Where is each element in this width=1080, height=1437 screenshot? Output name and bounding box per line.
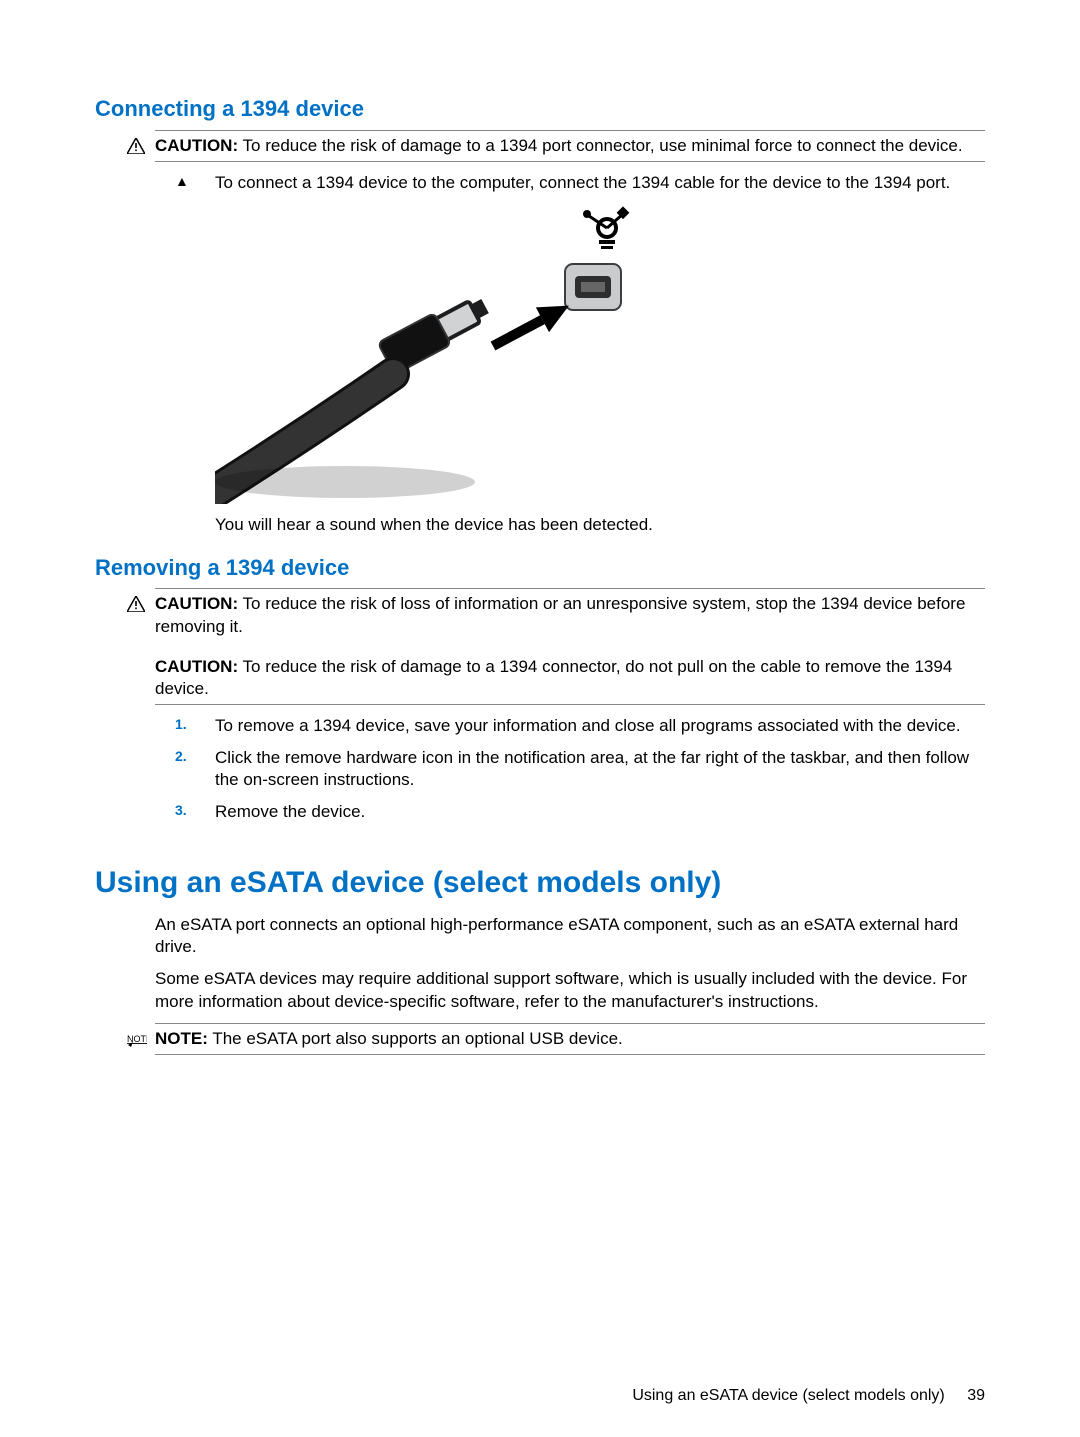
esata-content: An eSATA port connects an optional high-… (155, 914, 985, 1054)
caution-icon (127, 135, 149, 157)
note-box-esata: NOTE NOTE: The eSATA port also supports … (155, 1023, 985, 1055)
caution-icon (127, 593, 149, 615)
step-number: 1. (175, 715, 215, 733)
post-figure-text: You will hear a sound when the device ha… (215, 514, 985, 536)
caution-label: CAUTION: (155, 594, 238, 613)
step-text: Remove the device. (215, 801, 985, 823)
removing-steps: 1.To remove a 1394 device, save your inf… (155, 715, 985, 823)
step-connect: ▲ To connect a 1394 device to the comput… (175, 172, 985, 194)
list-item: 3.Remove the device. (175, 801, 985, 823)
step-number: 2. (175, 747, 215, 765)
caution-box-removing-1: CAUTION: To reduce the risk of loss of i… (155, 588, 985, 641)
connecting-content: CAUTION: To reduce the risk of damage to… (155, 130, 985, 536)
step-marker-triangle: ▲ (175, 172, 215, 190)
note-label: NOTE: (155, 1029, 208, 1048)
caution-text: To reduce the risk of damage to a 1394 p… (243, 136, 963, 155)
list-item: 2.Click the remove hardware icon in the … (175, 747, 985, 791)
heading-esata: Using an eSATA device (select models onl… (95, 863, 985, 902)
page-number: 39 (967, 1387, 985, 1404)
figure-1394-cable (215, 204, 985, 504)
caution-box-removing-2: CAUTION: To reduce the risk of damage to… (155, 652, 985, 705)
caution-label: CAUTION: (155, 657, 238, 676)
step-body: To connect a 1394 device to the computer… (215, 172, 985, 194)
esata-p1: An eSATA port connects an optional high-… (155, 914, 985, 958)
step-text: Click the remove hardware icon in the no… (215, 747, 985, 791)
list-item: 1.To remove a 1394 device, save your inf… (175, 715, 985, 737)
caution-label: CAUTION: (155, 136, 238, 155)
note-icon: NOTE (127, 1028, 149, 1050)
step-number: 3. (175, 801, 215, 819)
heading-connecting: Connecting a 1394 device (95, 95, 985, 124)
removing-content: CAUTION: To reduce the risk of loss of i… (155, 588, 985, 823)
document-page: Connecting a 1394 device CAUTION: To red… (0, 0, 1080, 1437)
page-footer: Using an eSATA device (select models onl… (632, 1386, 985, 1407)
esata-p2: Some eSATA devices may require additiona… (155, 968, 985, 1012)
heading-removing: Removing a 1394 device (95, 554, 985, 583)
caution-box-connecting: CAUTION: To reduce the risk of damage to… (155, 130, 985, 162)
footer-text: Using an eSATA device (select models onl… (632, 1387, 944, 1404)
svg-text:NOTE: NOTE (127, 1034, 147, 1044)
step-text: To remove a 1394 device, save your infor… (215, 715, 985, 737)
caution-text: To reduce the risk of loss of informatio… (155, 594, 965, 635)
note-text: The eSATA port also supports an optional… (212, 1029, 622, 1048)
caution-text: To reduce the risk of damage to a 1394 c… (155, 657, 952, 698)
